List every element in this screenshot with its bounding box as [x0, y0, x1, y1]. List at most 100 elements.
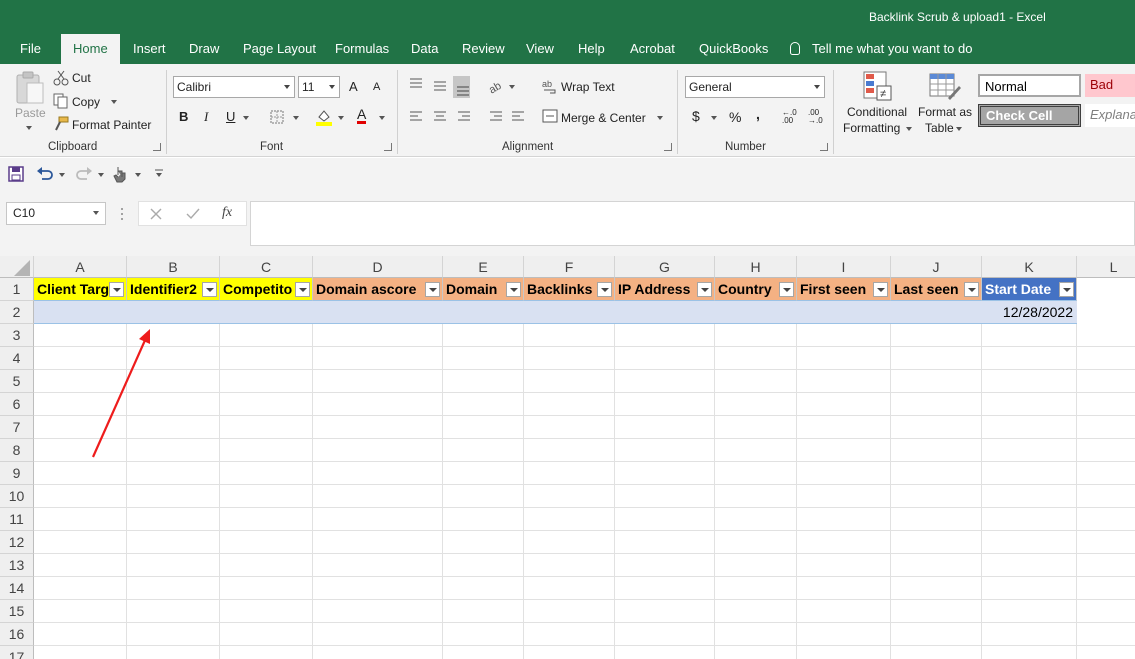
filter-dropdown-icon[interactable] [202, 282, 217, 297]
wrap-text-button[interactable]: Wrap Text [561, 80, 615, 94]
style-explanatory[interactable]: Explanat [1085, 104, 1135, 127]
orientation-dropdown-icon[interactable] [509, 85, 515, 89]
column-header-c[interactable]: C [220, 256, 313, 278]
copy-dropdown-icon[interactable] [111, 100, 117, 104]
grow-font-button[interactable]: A [349, 79, 358, 94]
currency-dropdown-icon[interactable] [711, 116, 717, 120]
underline-dropdown-icon[interactable] [243, 116, 249, 120]
orientation-icon[interactable]: ab [487, 78, 505, 94]
tab-review[interactable]: Review [462, 34, 505, 64]
insert-function-button[interactable]: fx [222, 205, 232, 221]
filter-dropdown-icon[interactable] [873, 282, 888, 297]
style-bad[interactable]: Bad [1085, 74, 1135, 97]
column-header-b[interactable]: B [127, 256, 220, 278]
row-header[interactable]: 17 [0, 646, 34, 659]
bold-button[interactable]: B [179, 109, 188, 124]
filter-dropdown-icon[interactable] [697, 282, 712, 297]
undo-icon[interactable] [36, 166, 54, 182]
shrink-font-button[interactable]: A [373, 81, 380, 93]
row-header[interactable]: 1 [0, 278, 34, 301]
filter-dropdown-icon[interactable] [1059, 282, 1074, 297]
conditional-formatting-label-2[interactable]: Formatting [843, 121, 900, 135]
merge-center-button[interactable]: Merge & Center [561, 111, 646, 125]
number-launcher-icon[interactable] [820, 143, 828, 151]
row-header[interactable]: 5 [0, 370, 34, 393]
paste-dropdown-icon[interactable] [26, 126, 32, 130]
decrease-decimal-button[interactable]: .00 →.0 [808, 109, 826, 125]
fill-color-icon[interactable] [315, 108, 333, 126]
row-header[interactable]: 11 [0, 508, 34, 531]
tab-home[interactable]: Home [61, 34, 120, 64]
conditional-formatting-dropdown-icon[interactable] [906, 127, 912, 131]
column-header-a[interactable]: A [34, 256, 127, 278]
tab-quickbooks[interactable]: QuickBooks [699, 34, 768, 64]
customize-qat-icon[interactable] [154, 168, 164, 178]
row-header[interactable]: 3 [0, 324, 34, 347]
undo-dropdown-icon[interactable] [59, 173, 65, 177]
name-box[interactable]: C10 [6, 202, 106, 225]
row-header[interactable]: 10 [0, 485, 34, 508]
italic-button[interactable]: I [204, 109, 208, 125]
filter-dropdown-icon[interactable] [779, 282, 794, 297]
filter-dropdown-icon[interactable] [506, 282, 521, 297]
column-header-e[interactable]: E [443, 256, 524, 278]
row-header[interactable]: 2 [0, 301, 34, 324]
formula-input[interactable] [250, 201, 1135, 246]
format-as-table-label-2[interactable]: Table [925, 121, 954, 135]
merge-dropdown-icon[interactable] [657, 116, 663, 120]
conditional-formatting-label-1[interactable]: Conditional [847, 105, 907, 119]
filter-dropdown-icon[interactable] [597, 282, 612, 297]
column-header-i[interactable]: I [797, 256, 891, 278]
tab-formulas[interactable]: Formulas [335, 34, 389, 64]
filter-dropdown-icon[interactable] [295, 282, 310, 297]
row-header[interactable]: 16 [0, 623, 34, 646]
percent-button[interactable]: % [729, 109, 741, 125]
filter-dropdown-icon[interactable] [425, 282, 440, 297]
style-check-cell[interactable]: Check Cell [978, 104, 1081, 127]
comma-button[interactable]: , [756, 106, 760, 122]
redo-icon[interactable] [75, 166, 93, 182]
row-header[interactable]: 14 [0, 577, 34, 600]
column-header-j[interactable]: J [891, 256, 982, 278]
row-header[interactable]: 4 [0, 347, 34, 370]
row-header[interactable]: 12 [0, 531, 34, 554]
row-header[interactable]: 6 [0, 393, 34, 416]
format-as-table-dropdown-icon[interactable] [956, 127, 962, 131]
row-header[interactable]: 13 [0, 554, 34, 577]
underline-button[interactable]: U [226, 109, 235, 124]
font-name-select[interactable]: Calibri [173, 76, 295, 98]
cancel-icon[interactable] [150, 208, 162, 220]
paste-icon[interactable] [14, 70, 46, 106]
font-size-select[interactable]: 11 [298, 76, 340, 98]
tab-draw[interactable]: Draw [189, 34, 219, 64]
font-color-dropdown-icon[interactable] [379, 116, 385, 120]
row-header[interactable]: 15 [0, 600, 34, 623]
format-painter-button[interactable]: Format Painter [72, 118, 151, 132]
borders-dropdown-icon[interactable] [293, 116, 299, 120]
number-format-select[interactable]: General [685, 76, 825, 98]
cut-button[interactable]: Cut [72, 71, 91, 85]
filter-dropdown-icon[interactable] [964, 282, 979, 297]
tab-view[interactable]: View [526, 34, 554, 64]
font-launcher-icon[interactable] [384, 143, 392, 151]
select-all-corner[interactable] [0, 256, 34, 278]
paste-button[interactable]: Paste [15, 106, 46, 120]
tab-help[interactable]: Help [578, 34, 605, 64]
format-as-table-label-1[interactable]: Format as [918, 105, 972, 119]
table-row[interactable]: 12/28/2022 [34, 301, 1077, 324]
spreadsheet-grid[interactable]: A B C D E F G H I J K L 1 2 3 4 5 6 7 8 … [0, 256, 1135, 659]
tab-acrobat[interactable]: Acrobat [630, 34, 675, 64]
row-header[interactable]: 7 [0, 416, 34, 439]
fill-color-dropdown-icon[interactable] [338, 116, 344, 120]
column-header-g[interactable]: G [615, 256, 715, 278]
column-header-l[interactable]: L [1077, 256, 1135, 278]
font-color-button[interactable]: A [357, 107, 367, 124]
copy-button[interactable]: Copy [72, 95, 100, 109]
increase-decimal-button[interactable]: ←.0 .00 [782, 109, 800, 125]
start-date-cell[interactable]: 12/28/2022 [1003, 301, 1073, 324]
tell-me-search[interactable]: Tell me what you want to do [790, 34, 972, 64]
drag-handle-icon[interactable] [120, 207, 124, 221]
row-header[interactable]: 9 [0, 462, 34, 485]
touch-mode-icon[interactable] [112, 165, 128, 183]
filter-dropdown-icon[interactable] [109, 282, 124, 297]
